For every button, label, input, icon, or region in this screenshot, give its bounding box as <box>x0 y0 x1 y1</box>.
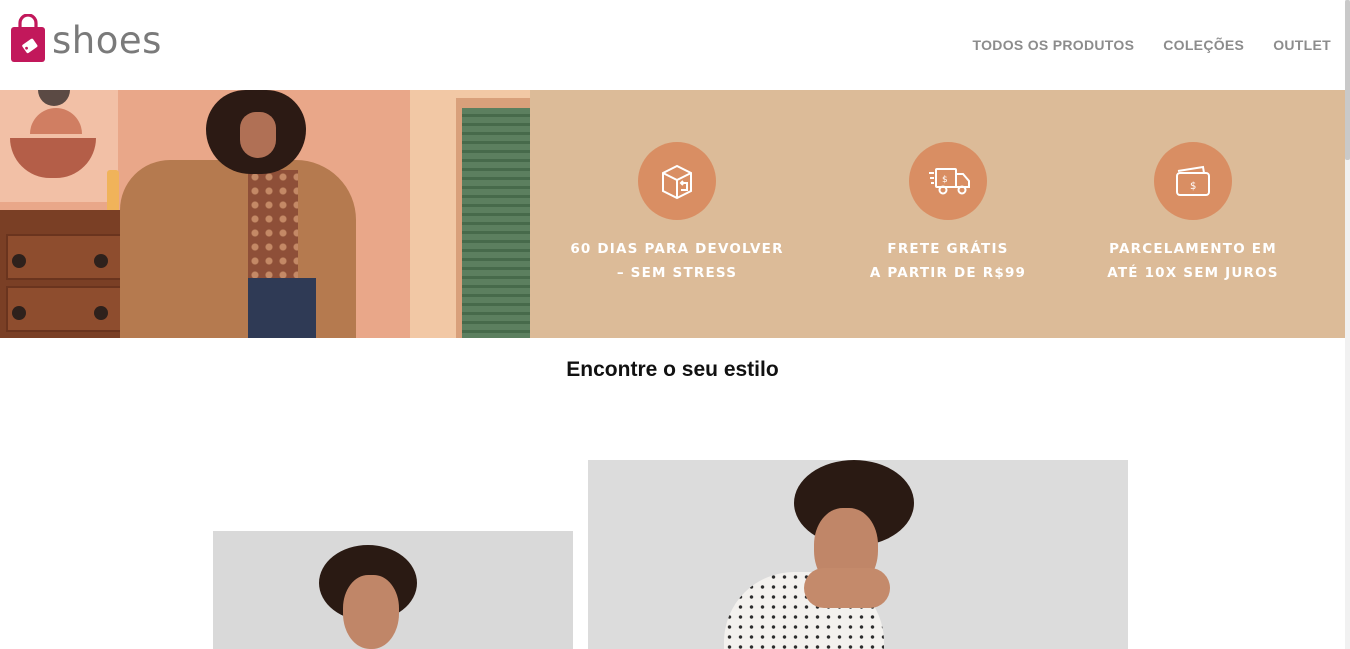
feature-returns: 60 DIAS PARA DEVOLVER – SEM STRESS <box>562 142 792 285</box>
site-header: shoes TODOS OS PRODUTOS COLEÇÕES OUTLET <box>0 0 1345 90</box>
nav-outlet[interactable]: OUTLET <box>1273 37 1331 53</box>
hero-banner[interactable]: 60 DIAS PARA DEVOLVER – SEM STRESS $ FRE… <box>0 90 1345 338</box>
feature-installments: $ PARCELAMENTO EM ATÉ 10X SEM JUROS <box>1078 142 1308 285</box>
nav-todos-os-produtos[interactable]: TODOS OS PRODUTOS <box>973 37 1135 53</box>
scrollbar-thumb[interactable] <box>1345 0 1350 160</box>
section-title: Encontre o seu estilo <box>566 358 779 381</box>
page-scrollbar[interactable] <box>1345 0 1350 649</box>
feature-returns-line1: 60 DIAS PARA DEVOLVER <box>570 241 784 257</box>
delivery-truck-icon: $ <box>909 142 987 220</box>
feature-returns-line2: – SEM STRESS <box>616 265 738 281</box>
shopping-bag-icon <box>10 13 46 62</box>
feature-shipping-line1: FRETE GRÁTIS <box>887 241 1009 257</box>
feature-installments-line2: ATÉ 10X SEM JUROS <box>1107 265 1279 281</box>
nav-colecoes[interactable]: COLEÇÕES <box>1163 37 1244 53</box>
main-nav: TODOS OS PRODUTOS COLEÇÕES OUTLET <box>973 37 1331 53</box>
feature-shipping-line2: A PARTIR DE R$99 <box>869 265 1027 281</box>
brand-logo[interactable]: shoes <box>10 13 162 62</box>
style-card-2[interactable] <box>588 460 1128 649</box>
banner-photo <box>0 90 530 338</box>
card-payment-icon: $ <box>1154 142 1232 220</box>
feature-installments-line1: PARCELAMENTO EM <box>1109 241 1277 257</box>
style-card-1[interactable] <box>213 531 573 649</box>
svg-text:$: $ <box>942 175 948 185</box>
svg-text:$: $ <box>1190 181 1196 192</box>
brand-name: shoes <box>52 18 162 62</box>
box-return-icon <box>638 142 716 220</box>
feature-shipping: $ FRETE GRÁTIS A PARTIR DE R$99 <box>833 142 1063 285</box>
